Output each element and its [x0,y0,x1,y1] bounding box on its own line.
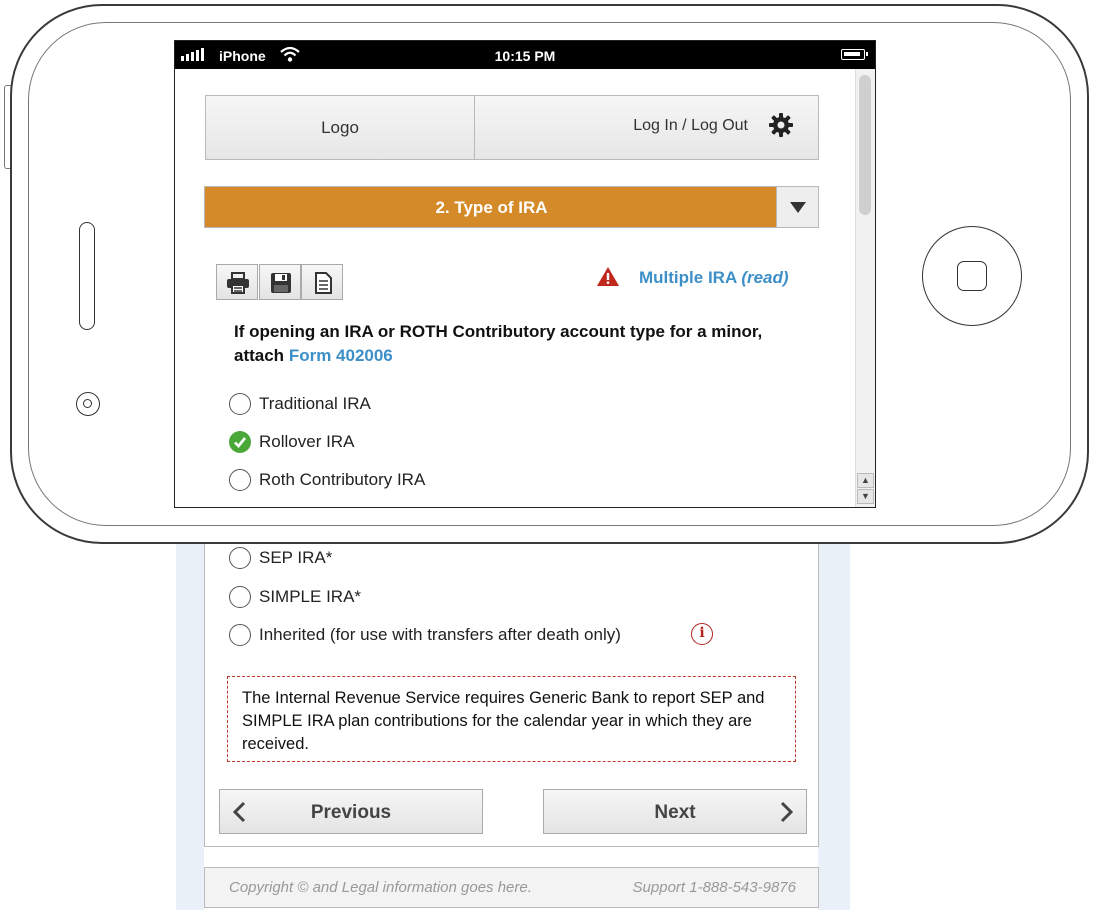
camera-icon [76,392,100,416]
instruction-text: If opening an IRA or ROTH Contributory a… [234,320,794,368]
status-time: 10:15 PM [494,48,556,64]
support-phone[interactable]: Support 1-888-543-9876 [633,879,796,896]
option-label: Rollover IRA [259,432,355,451]
radio-button[interactable] [229,469,251,491]
next-button[interactable]: Next [543,789,807,834]
logo[interactable]: Logo [206,118,474,138]
previous-button[interactable]: Previous [219,789,483,834]
step-title: 2. Type of IRA [435,198,548,217]
option-label: Inherited (for use with transfers after … [259,625,621,644]
phone-speaker [79,222,95,330]
document-icon[interactable] [301,264,343,300]
option-label: SEP IRA* [259,548,333,567]
status-bar: iPhone 10:15 PM [175,41,875,69]
save-icon[interactable] [259,264,301,300]
option-label: Traditional IRA [259,394,371,413]
previous-label: Previous [310,802,392,823]
multiple-ira-link[interactable]: Multiple IRA (read) [639,268,789,288]
header-divider [474,96,475,159]
option-label: SIMPLE IRA* [259,587,362,606]
app-header: Logo Log In / Log Out [205,95,819,160]
warning-icon [597,267,619,286]
print-icon[interactable] [216,264,258,300]
radio-button[interactable] [229,624,251,646]
step-dropdown[interactable]: 2. Type of IRA [204,186,819,228]
radio-button[interactable] [229,586,251,608]
chevron-right-icon [780,801,794,823]
login-logout-link[interactable]: Log In / Log Out [633,117,748,135]
checkmark-icon[interactable] [229,431,251,453]
vertical-scrollbar[interactable]: ▲ ▼ [855,69,875,507]
copyright-text: Copyright © and Legal information goes h… [229,879,532,896]
radio-button[interactable] [229,393,251,415]
page-footer: Copyright © and Legal information goes h… [204,867,819,908]
multiple-ira-link-text: Multiple IRA [639,268,737,287]
form-link[interactable]: Form 402006 [289,346,393,365]
scroll-down-arrow-icon[interactable]: ▼ [857,489,874,504]
irs-notice: The Internal Revenue Service requires Ge… [227,676,796,762]
gear-icon[interactable] [768,112,794,138]
chevron-down-icon[interactable] [776,187,818,227]
battery-icon [841,49,868,60]
read-link-suffix: (read) [741,268,789,287]
info-icon[interactable]: i [691,623,713,645]
option-label: Roth Contributory IRA [259,470,426,489]
scrollbar-thumb[interactable] [859,75,871,215]
home-button[interactable] [922,226,1022,326]
scroll-up-arrow-icon[interactable]: ▲ [857,473,874,488]
next-label: Next [654,802,696,823]
radio-button[interactable] [229,547,251,569]
